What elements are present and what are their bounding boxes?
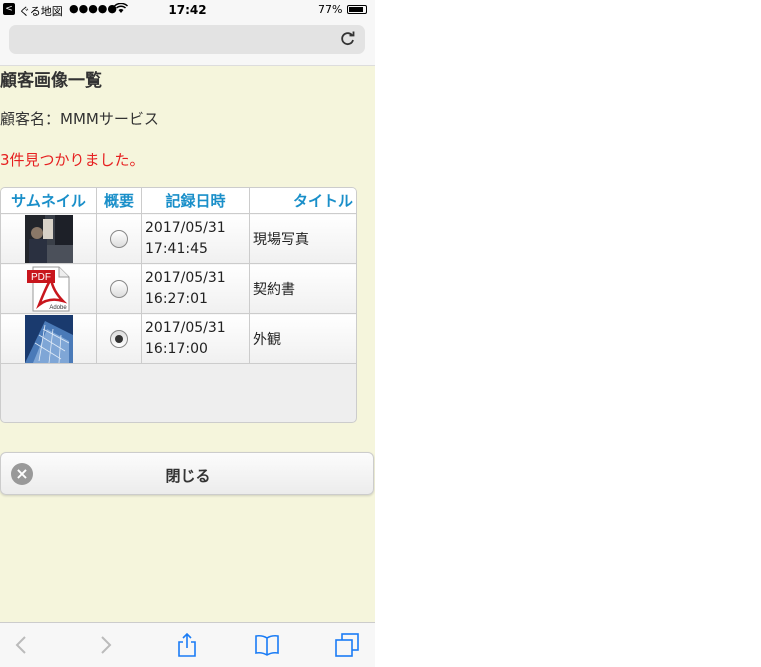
summary-radio-selected[interactable] <box>110 329 128 348</box>
building-photo-thumbnail-icon[interactable] <box>24 314 73 363</box>
record-date: 2017/05/31 <box>145 219 226 236</box>
pdf-file-icon[interactable]: PDF Adobe <box>25 265 73 313</box>
customer-name: 顧客名：MMMサービス <box>0 110 159 128</box>
share-icon[interactable] <box>175 633 199 657</box>
browser-toolbar <box>0 622 375 667</box>
forward-arrow-icon[interactable] <box>93 633 117 657</box>
column-header-summary[interactable]: 概要 <box>96 188 142 214</box>
reload-icon[interactable] <box>339 30 357 48</box>
summary-cell[interactable] <box>96 213 142 264</box>
column-header-thumbnail[interactable]: サムネイル <box>1 188 97 214</box>
battery-percent: 77% <box>318 3 343 16</box>
browser-address-area <box>0 20 375 66</box>
record-date: 2017/05/31 <box>145 269 226 286</box>
column-header-title[interactable]: タイトル <box>249 188 356 214</box>
record-time: 17:41:45 <box>145 240 208 257</box>
pdf-label: PDF <box>31 272 51 283</box>
date-cell: 2017/05/31 17:41:45 <box>141 213 250 264</box>
summary-cell[interactable] <box>96 263 142 314</box>
table-row[interactable]: PDF Adobe 2017/05/31 16:27:01 契約書 <box>1 263 356 314</box>
image-table-container: サムネイル 概要 記録日時 タイトル 2017/05/31 17:41:45 現… <box>0 187 357 423</box>
page-title: 顧客画像一覧 <box>0 71 102 91</box>
date-cell: 2017/05/31 16:17:00 <box>141 313 250 364</box>
record-time: 16:27:01 <box>145 290 208 307</box>
summary-cell[interactable] <box>96 313 142 364</box>
adobe-label: Adobe <box>49 305 67 311</box>
address-bar[interactable] <box>9 25 365 54</box>
bookmarks-icon[interactable] <box>255 633 279 657</box>
record-time: 16:17:00 <box>145 340 208 357</box>
table-row[interactable]: 2017/05/31 17:41:45 現場写真 <box>1 213 356 264</box>
table-row[interactable]: 2017/05/31 16:17:00 外観 <box>1 313 356 364</box>
table-header-row: サムネイル 概要 記録日時 タイトル <box>1 188 356 214</box>
thumbnail-cell[interactable] <box>1 213 97 264</box>
image-table: サムネイル 概要 記録日時 タイトル 2017/05/31 17:41:45 現… <box>1 188 356 364</box>
photo-thumbnail-icon[interactable] <box>24 214 73 263</box>
summary-radio[interactable] <box>110 279 128 298</box>
thumbnail-cell[interactable] <box>1 313 97 364</box>
back-arrow-icon[interactable] <box>10 633 34 657</box>
title-cell: 契約書 <box>249 263 356 314</box>
tabs-icon[interactable] <box>335 633 359 657</box>
title-cell: 現場写真 <box>249 213 356 264</box>
record-date: 2017/05/31 <box>145 319 226 336</box>
column-header-date[interactable]: 記録日時 <box>141 188 250 214</box>
result-count-message: 3件見つかりました。 <box>0 151 145 169</box>
close-button-label: 閉じる <box>165 467 211 485</box>
status-bar: < ぐる地図 ●●●●● 17:42 77% <box>0 0 375 20</box>
phone-screen: < ぐる地図 ●●●●● 17:42 77% 顧客画像一覧 顧客名：MMMサービ… <box>0 0 375 667</box>
close-button[interactable]: × 閉じる <box>0 452 374 495</box>
battery-icon <box>347 5 367 14</box>
thumbnail-cell[interactable]: PDF Adobe <box>1 263 97 314</box>
summary-radio[interactable] <box>110 229 128 248</box>
date-cell: 2017/05/31 16:27:01 <box>141 263 250 314</box>
title-cell: 外観 <box>249 313 356 364</box>
